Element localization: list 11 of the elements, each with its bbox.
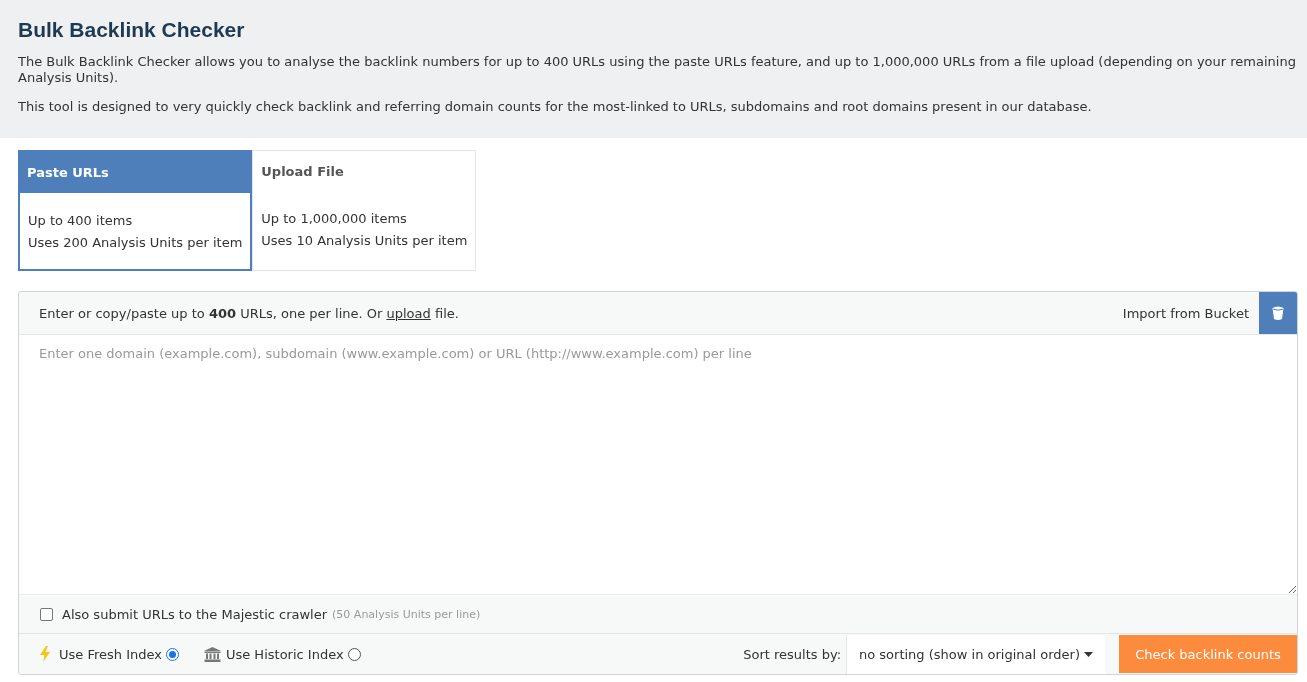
description-text: The Bulk Backlink Checker allows you to analyse the backlink numbers for up to 400 URLs using the paste URLs feature, and up to 1,000,000 URLs from a file upload (depending on your remaining Analysis Units). [18,54,1297,86]
upload-link[interactable]: upload [386,305,431,321]
description-text: This tool is designed to very quickly check backlink and referring domain counts for the most-linked to URLs, subdomains and root domains present in our database. [18,99,1093,115]
page-title: Bulk Backlink Checker [18,18,245,42]
crawler-label: Also submit URLs to the Majestic crawler [62,606,328,622]
index-option-label: Use Fresh Index [59,646,162,662]
sort-label: Sort results by: [743,646,841,662]
crawler-note: (50 Analysis Units per line) [332,607,481,621]
index-option-label: Use Historic Index [225,646,344,662]
import-bucket-button[interactable]: Import from Bucket [1122,292,1297,334]
instruction-text: Enter or copy/paste up to 400 URLs, one per line. Or upload file. [39,305,459,321]
